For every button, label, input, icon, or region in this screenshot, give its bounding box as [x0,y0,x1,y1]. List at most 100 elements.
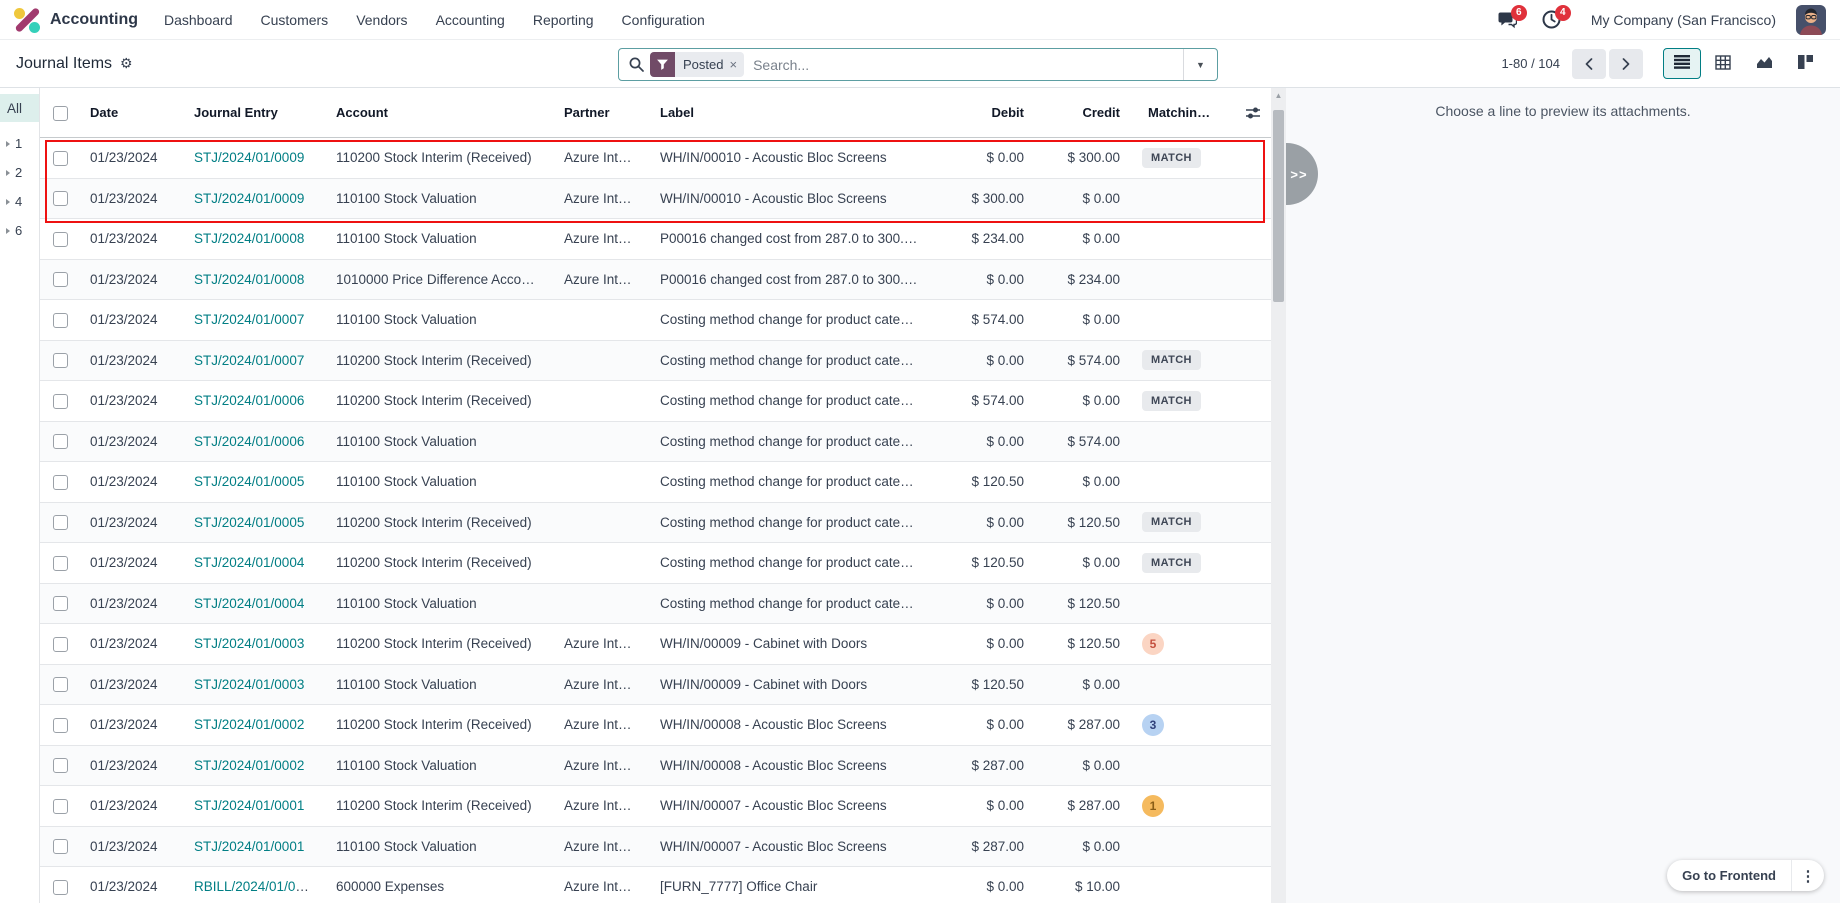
match-badge[interactable]: MATCH [1142,391,1201,411]
journal-entry-link[interactable]: STJ/2024/01/0007 [194,312,304,327]
search-dropdown-caret-icon[interactable]: ▼ [1183,49,1217,80]
column-header-account[interactable]: Account [322,105,550,120]
journal-entry-link[interactable]: STJ/2024/01/0002 [194,717,304,732]
column-header-debit[interactable]: Debit [946,105,1038,120]
row-checkbox[interactable] [53,151,68,166]
row-checkbox[interactable] [53,637,68,652]
row-checkbox[interactable] [53,313,68,328]
top-menu-configuration[interactable]: Configuration [622,12,705,28]
facet-close-icon[interactable]: × [727,52,744,77]
journal-entry-link[interactable]: STJ/2024/01/0008 [194,231,304,246]
go-to-frontend-button[interactable]: Go to Frontend [1667,860,1792,891]
top-menu-reporting[interactable]: Reporting [533,12,594,28]
kebab-menu-icon[interactable]: ⋮ [1792,867,1824,885]
column-header-credit[interactable]: Credit [1038,105,1134,120]
row-checkbox[interactable] [53,232,68,247]
row-checkbox[interactable] [53,434,68,449]
checkbox[interactable] [53,106,68,121]
top-menu-accounting[interactable]: Accounting [436,12,505,28]
sidebar-group-2[interactable]: 2 [6,165,39,180]
top-menu-dashboard[interactable]: Dashboard [164,12,233,28]
row-checkbox[interactable] [53,596,68,611]
list-view-button[interactable] [1663,48,1701,79]
table-row[interactable]: 01/23/2024STJ/2024/01/0002110100 Stock V… [40,746,1271,787]
table-row[interactable]: 01/23/2024STJ/2024/01/0004110100 Stock V… [40,584,1271,625]
row-checkbox[interactable] [53,799,68,814]
row-checkbox[interactable] [53,353,68,368]
row-checkbox[interactable] [53,880,68,895]
app-name[interactable]: Accounting [50,11,138,29]
table-row[interactable]: 01/23/2024STJ/2024/01/0002110200 Stock I… [40,705,1271,746]
column-header-matching[interactable]: Matchin… [1134,105,1235,120]
row-checkbox[interactable] [53,718,68,733]
journal-entry-link[interactable]: STJ/2024/01/0009 [194,191,304,206]
journal-entry-link[interactable]: STJ/2024/01/0006 [194,434,304,449]
table-row[interactable]: 01/23/2024STJ/2024/01/0007110100 Stock V… [40,300,1271,341]
journal-entry-link[interactable]: STJ/2024/01/0007 [194,353,304,368]
top-menu-customers[interactable]: Customers [261,12,329,28]
vertical-scrollbar[interactable]: ▲ [1271,88,1286,903]
table-row[interactable]: 01/23/2024STJ/2024/01/00081010000 Price … [40,260,1271,301]
row-checkbox[interactable] [53,839,68,854]
journal-entry-link[interactable]: STJ/2024/01/0005 [194,474,304,489]
row-checkbox[interactable] [53,272,68,287]
messages-button[interactable]: 6 [1491,5,1525,35]
table-row[interactable]: 01/23/2024STJ/2024/01/0009110200 Stock I… [40,138,1271,179]
search-facet-posted[interactable]: Posted × [650,52,744,77]
table-row[interactable]: 01/23/2024STJ/2024/01/0006110100 Stock V… [40,422,1271,463]
graph-view-button[interactable] [1745,48,1783,79]
row-checkbox[interactable] [53,394,68,409]
sidebar-group-6[interactable]: 6 [6,223,39,238]
sidebar-group-1[interactable]: 1 [6,136,39,151]
row-checkbox[interactable] [53,758,68,773]
table-row[interactable]: 01/23/2024STJ/2024/01/0003110100 Stock V… [40,665,1271,706]
search-input[interactable]: Search... [753,57,1183,73]
pager-next-button[interactable] [1609,49,1643,79]
journal-entry-link[interactable]: STJ/2024/01/0006 [194,393,304,408]
journal-entry-link[interactable]: STJ/2024/01/0004 [194,555,304,570]
match-badge[interactable]: MATCH [1142,148,1201,168]
gear-icon[interactable]: ⚙ [120,55,133,72]
row-checkbox[interactable] [53,556,68,571]
table-row[interactable]: 01/23/2024STJ/2024/01/0009110100 Stock V… [40,179,1271,220]
journal-entry-link[interactable]: STJ/2024/01/0009 [194,150,304,165]
table-row[interactable]: 01/23/2024RBILL/2024/01/00…600000 Expens… [40,867,1271,903]
table-row[interactable]: 01/23/2024STJ/2024/01/0004110200 Stock I… [40,543,1271,584]
table-row[interactable]: 01/23/2024STJ/2024/01/0005110100 Stock V… [40,462,1271,503]
column-header-journal-entry[interactable]: Journal Entry [180,105,322,120]
matching-count-badge[interactable]: 5 [1142,633,1164,655]
row-checkbox[interactable] [53,191,68,206]
scrollbar-thumb[interactable] [1273,110,1284,302]
journal-entry-link[interactable]: STJ/2024/01/0002 [194,758,304,773]
match-badge[interactable]: MATCH [1142,553,1201,573]
row-checkbox[interactable] [53,677,68,692]
journal-entry-link[interactable]: STJ/2024/01/0001 [194,798,304,813]
row-checkbox[interactable] [53,475,68,490]
table-row[interactable]: 01/23/2024STJ/2024/01/0007110200 Stock I… [40,341,1271,382]
select-all-checkbox[interactable] [40,104,76,120]
column-header-date[interactable]: Date [76,105,180,120]
match-badge[interactable]: MATCH [1142,350,1201,370]
table-row[interactable]: 01/23/2024STJ/2024/01/0003110200 Stock I… [40,624,1271,665]
journal-entry-link[interactable]: STJ/2024/01/0008 [194,272,304,287]
table-row[interactable]: 01/23/2024STJ/2024/01/0005110200 Stock I… [40,503,1271,544]
pager-previous-button[interactable] [1572,49,1606,79]
pivot-view-button[interactable] [1704,48,1742,79]
journal-entry-link[interactable]: STJ/2024/01/0001 [194,839,304,854]
table-row[interactable]: 01/23/2024STJ/2024/01/0001110200 Stock I… [40,786,1271,827]
odoo-accounting-logo[interactable] [14,7,40,33]
matching-count-badge[interactable]: 1 [1142,795,1164,817]
journal-entry-link[interactable]: STJ/2024/01/0003 [194,677,304,692]
column-header-label[interactable]: Label [646,105,946,120]
optional-columns-icon[interactable] [1235,105,1271,121]
search-bar[interactable]: Posted × Search... ▼ [618,48,1218,81]
kanban-view-button[interactable] [1786,48,1824,79]
table-row[interactable]: 01/23/2024STJ/2024/01/0001110100 Stock V… [40,827,1271,868]
table-row[interactable]: 01/23/2024STJ/2024/01/0008110100 Stock V… [40,219,1271,260]
scrollbar-up-arrow-icon[interactable]: ▲ [1271,91,1286,100]
journal-entry-link[interactable]: RBILL/2024/01/00… [194,879,316,894]
sidebar-item-all[interactable]: All [0,94,39,122]
matching-count-badge[interactable]: 3 [1142,714,1164,736]
journal-entry-link[interactable]: STJ/2024/01/0003 [194,636,304,651]
sidebar-group-4[interactable]: 4 [6,194,39,209]
